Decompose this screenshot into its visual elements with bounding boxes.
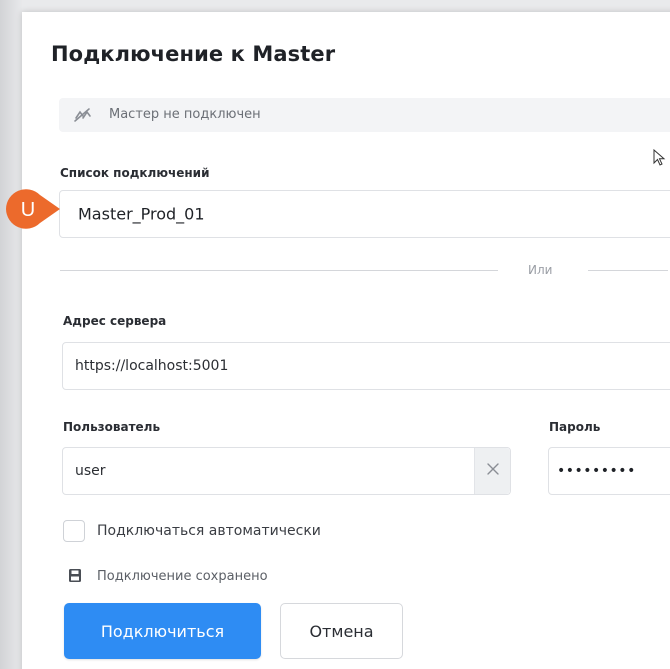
password-label: Пароль bbox=[549, 420, 601, 434]
connection-saved-text: Подключение сохранено bbox=[97, 569, 268, 584]
connections-list-label: Список подключений bbox=[60, 166, 210, 180]
username-value: user bbox=[75, 463, 106, 479]
divider-or-text: Или bbox=[528, 263, 553, 277]
server-address-label: Адрес сервера bbox=[63, 314, 167, 328]
connections-list-select[interactable]: Master_Prod_01 bbox=[59, 190, 670, 238]
selected-connection: Master_Prod_01 bbox=[78, 204, 205, 224]
password-input[interactable]: ••••••••• bbox=[548, 447, 670, 495]
clear-username-button[interactable] bbox=[474, 448, 510, 494]
divider-left bbox=[60, 270, 498, 271]
auto-connect-checkbox[interactable] bbox=[63, 520, 85, 542]
background-page-edge bbox=[0, 0, 22, 669]
username-input[interactable]: user bbox=[62, 447, 511, 495]
save-icon bbox=[69, 569, 81, 582]
screen: Подключение к Master Мастер не подключен… bbox=[0, 0, 670, 669]
cancel-button[interactable]: Отмена bbox=[280, 603, 403, 659]
connect-button[interactable]: Подключиться bbox=[64, 603, 261, 659]
divider-right bbox=[588, 270, 668, 271]
connection-status-text: Мастер не подключен bbox=[109, 107, 261, 122]
username-label: Пользователь bbox=[63, 420, 161, 434]
server-address-value: https://localhost:5001 bbox=[75, 358, 229, 374]
mouse-cursor-icon bbox=[653, 149, 666, 166]
user-marker-letter: U bbox=[20, 199, 36, 221]
connect-dialog: Подключение к Master Мастер не подключен… bbox=[22, 12, 670, 669]
link-off-icon bbox=[74, 108, 91, 122]
dialog-title: Подключение к Master bbox=[51, 42, 336, 66]
server-address-input[interactable]: https://localhost:5001 bbox=[62, 342, 670, 390]
connection-status-bar: Мастер не подключен bbox=[59, 98, 670, 132]
auto-connect-label[interactable]: Подключаться автоматически bbox=[97, 523, 321, 539]
close-icon bbox=[487, 463, 499, 475]
password-value: ••••••••• bbox=[557, 463, 636, 479]
